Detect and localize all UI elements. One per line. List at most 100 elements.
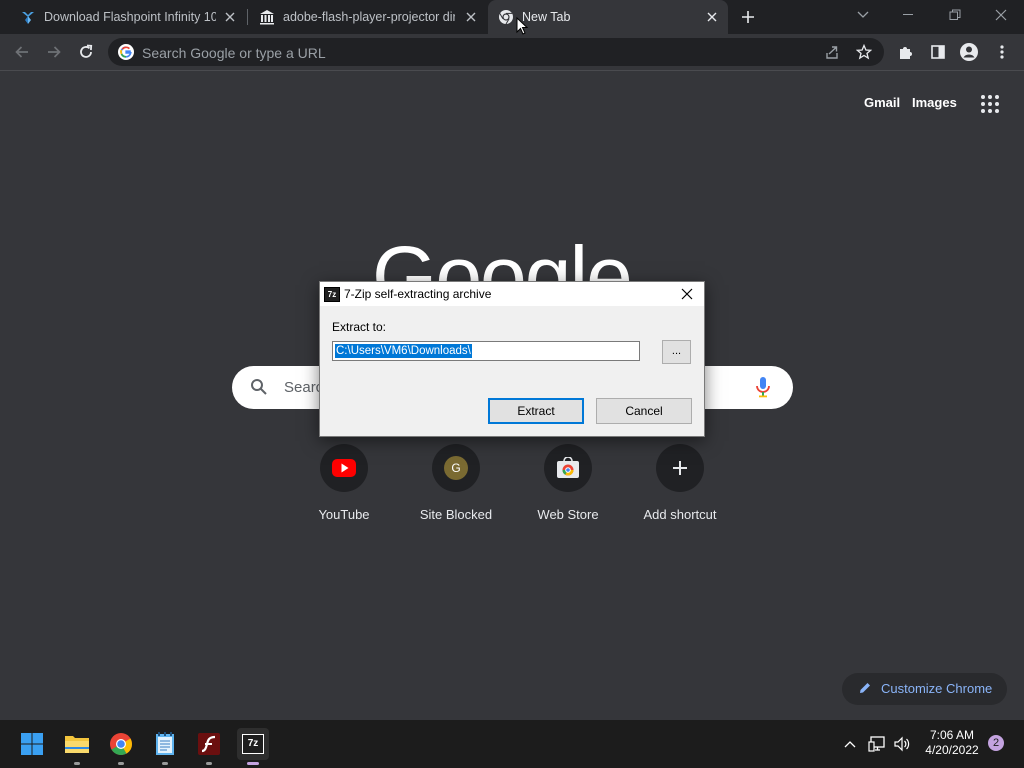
shortcut-label: Add shortcut bbox=[643, 507, 717, 522]
shortcut-youtube[interactable]: YouTube bbox=[288, 444, 400, 534]
chrome-menu-button[interactable] bbox=[988, 38, 1016, 66]
shortcut-web-store[interactable]: Web Store bbox=[512, 444, 624, 534]
close-icon[interactable] bbox=[704, 9, 720, 25]
extract-path-value: C:\Users\VM6\Downloads\ bbox=[335, 344, 472, 358]
google-apps-icon[interactable] bbox=[980, 94, 1000, 114]
close-icon[interactable] bbox=[463, 9, 479, 25]
archive-icon bbox=[259, 9, 275, 25]
taskbar-chrome[interactable] bbox=[105, 728, 137, 765]
taskbar-flash-player[interactable] bbox=[193, 728, 225, 765]
back-button[interactable] bbox=[8, 38, 36, 66]
sfx-dialog: 7z 7-Zip self-extracting archive Extract… bbox=[319, 281, 705, 437]
chevron-down-icon bbox=[857, 11, 869, 18]
show-hidden-icons-button[interactable] bbox=[840, 734, 860, 754]
running-indicator bbox=[206, 762, 212, 765]
plus-icon bbox=[656, 444, 704, 492]
taskbar-clock[interactable]: 7:06 AM 4/20/2022 bbox=[918, 728, 986, 758]
extract-button[interactable]: Extract bbox=[488, 398, 584, 424]
start-button[interactable] bbox=[16, 728, 48, 760]
share-icon[interactable] bbox=[824, 44, 840, 65]
flashpoint-icon bbox=[20, 9, 36, 25]
restore-icon bbox=[949, 9, 961, 20]
side-panel-button[interactable] bbox=[924, 38, 952, 66]
puzzle-icon bbox=[900, 47, 912, 59]
speaker-icon bbox=[894, 736, 910, 752]
file-explorer-icon bbox=[65, 736, 89, 753]
reload-button[interactable] bbox=[72, 38, 100, 66]
network-icon bbox=[868, 736, 885, 752]
volume-button[interactable] bbox=[892, 734, 912, 754]
tab-flashpoint[interactable]: Download Flashpoint Infinity 10. bbox=[0, 0, 246, 34]
dialog-close-button[interactable] bbox=[674, 284, 700, 304]
omnibox-placeholder: Search Google or type a URL bbox=[142, 45, 326, 61]
shortcut-add[interactable]: Add shortcut bbox=[624, 444, 736, 534]
network-button[interactable] bbox=[867, 734, 887, 754]
cancel-button[interactable]: Cancel bbox=[596, 398, 692, 424]
arrow-left-icon bbox=[15, 46, 28, 58]
taskbar-7zip[interactable]: 7z bbox=[237, 728, 269, 765]
taskbar-file-explorer[interactable] bbox=[61, 728, 93, 765]
mouse-cursor-icon bbox=[516, 17, 528, 35]
letter-g-icon: G bbox=[432, 444, 480, 492]
tab-title: adobe-flash-player-projector dir bbox=[283, 10, 455, 24]
shortcut-label: Web Store bbox=[537, 507, 599, 522]
tab-title: Download Flashpoint Infinity 10. bbox=[44, 10, 216, 24]
tab-strip: Download Flashpoint Infinity 10. adobe-f… bbox=[0, 0, 1024, 34]
forward-button[interactable] bbox=[40, 38, 68, 66]
chrome-icon bbox=[498, 9, 514, 25]
browse-button[interactable]: ... bbox=[662, 340, 691, 364]
start-icon bbox=[21, 733, 43, 755]
pencil-icon bbox=[858, 681, 872, 698]
restore-button[interactable] bbox=[932, 0, 978, 30]
running-indicator bbox=[74, 762, 80, 765]
reload-icon bbox=[80, 44, 93, 58]
7zip-icon: 7z bbox=[324, 287, 340, 302]
extract-to-label: Extract to: bbox=[332, 320, 387, 334]
minimize-button[interactable] bbox=[886, 0, 932, 30]
flash-player-icon bbox=[198, 733, 220, 755]
tab-search-button[interactable] bbox=[840, 0, 886, 30]
taskbar-notepad[interactable] bbox=[149, 728, 181, 765]
chevron-up-icon bbox=[844, 741, 856, 748]
omnibox[interactable]: Search Google or type a URL bbox=[108, 38, 884, 66]
tab-adobe-flash-projector[interactable]: adobe-flash-player-projector dir bbox=[247, 0, 487, 34]
search-icon bbox=[250, 378, 268, 401]
dialog-titlebar[interactable]: 7z 7-Zip self-extracting archive bbox=[320, 282, 704, 306]
running-indicator bbox=[247, 762, 259, 765]
letter-g-badge: G bbox=[444, 456, 468, 480]
profile-icon bbox=[960, 43, 978, 61]
extract-path-input[interactable]: C:\Users\VM6\Downloads\ bbox=[332, 341, 640, 361]
windows-taskbar: 7z 7:06 AM 4/20/2022 2 bbox=[0, 720, 1024, 768]
notepad-icon bbox=[156, 732, 174, 755]
google-g-icon bbox=[118, 44, 134, 65]
arrow-right-icon bbox=[48, 46, 61, 58]
plus-icon bbox=[742, 11, 754, 23]
extensions-button[interactable] bbox=[892, 38, 920, 66]
new-tab-button[interactable] bbox=[738, 7, 758, 27]
notification-badge[interactable]: 2 bbox=[988, 735, 1004, 751]
close-icon[interactable] bbox=[222, 9, 238, 25]
shortcut-site-blocked[interactable]: G Site Blocked bbox=[400, 444, 512, 534]
tab-title: New Tab bbox=[522, 10, 571, 24]
chrome-icon bbox=[110, 733, 132, 755]
close-window-button[interactable] bbox=[978, 0, 1024, 30]
close-icon bbox=[995, 9, 1007, 21]
profile-button[interactable] bbox=[955, 38, 983, 66]
customize-chrome-button[interactable]: Customize Chrome bbox=[842, 673, 1007, 705]
7zip-icon: 7z bbox=[242, 734, 264, 754]
microphone-icon[interactable] bbox=[754, 376, 772, 403]
clock-date: 4/20/2022 bbox=[925, 743, 979, 757]
side-panel-icon bbox=[931, 45, 945, 59]
shortcut-label: YouTube bbox=[318, 507, 370, 522]
minimize-icon bbox=[903, 14, 913, 15]
shortcut-label: Site Blocked bbox=[419, 507, 493, 522]
images-link[interactable]: Images bbox=[912, 95, 957, 110]
browser-toolbar: Search Google or type a URL bbox=[0, 34, 1024, 71]
gmail-link[interactable]: Gmail bbox=[864, 95, 900, 110]
star-icon[interactable] bbox=[855, 43, 873, 65]
more-vert-icon bbox=[1000, 45, 1004, 59]
running-indicator bbox=[162, 762, 168, 765]
running-indicator bbox=[118, 762, 124, 765]
close-icon bbox=[681, 288, 693, 300]
clock-time: 7:06 AM bbox=[929, 728, 975, 742]
